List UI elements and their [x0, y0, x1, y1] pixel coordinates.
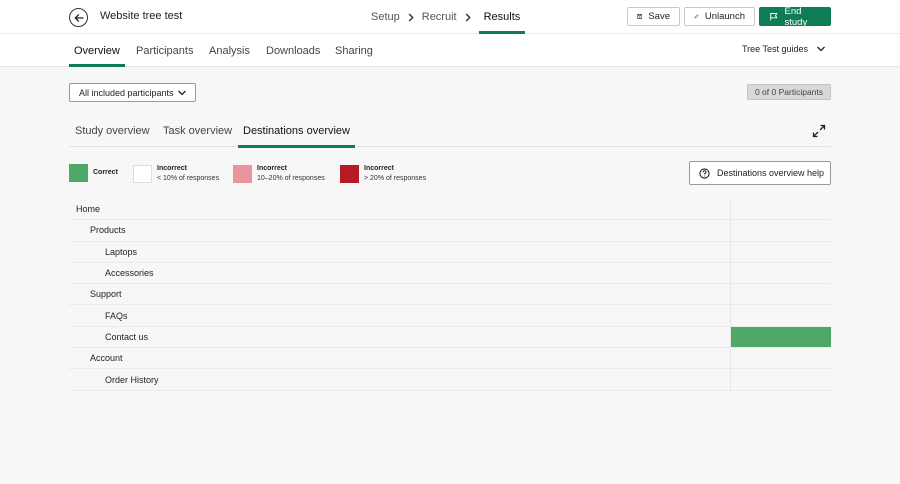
save-label: Save: [648, 11, 670, 22]
overview-tabs: Study overview Task overview Destination…: [69, 115, 831, 148]
tree-node-label: Contact us: [105, 331, 149, 342]
tree-row: Accessories: [69, 262, 831, 285]
participant-count-badge: 0 of 0 Participants: [747, 84, 831, 100]
tree-node-label: Home: [76, 204, 101, 215]
tab-destinations-overview[interactable]: Destinations overview: [238, 115, 355, 148]
result-cell: [730, 305, 831, 326]
tab-sharing[interactable]: Sharing: [335, 34, 373, 67]
tree-row: FAQs: [69, 305, 831, 327]
destination-tree: Home Products Laptops Accessories Support FAQ…: [69, 199, 831, 391]
tree-row: Order History: [69, 369, 831, 391]
unlaunch-label: Unlaunch: [704, 11, 745, 22]
back-button[interactable]: [69, 8, 88, 27]
tree-node-label: Support: [90, 289, 122, 300]
legend-incorrect-low: Incorrect < 10% of responses: [133, 164, 219, 184]
tree-node-label: Accessories: [105, 268, 154, 279]
save-icon: [637, 14, 643, 19]
legend-correct: Correct: [69, 164, 118, 182]
step-setup[interactable]: Setup: [371, 0, 400, 34]
tree-node-label: Laptops: [105, 246, 138, 257]
legend-swatch: [69, 164, 88, 182]
filter-value: All included participants: [79, 87, 174, 98]
expand-icon[interactable]: [812, 124, 826, 138]
tree-row: Laptops: [69, 241, 831, 263]
result-cell: [730, 284, 831, 305]
legend-incorrect-high: Incorrect > 20% of responses: [340, 164, 426, 184]
tree-row: Support: [69, 284, 831, 306]
legend-text: Incorrect < 10% of responses: [157, 165, 220, 182]
tree-node-label: Products: [90, 225, 126, 236]
legend-text: Incorrect > 20% of responses: [364, 165, 427, 182]
legend-swatch: [233, 165, 252, 183]
result-cell: [730, 348, 831, 369]
result-cell: [730, 262, 831, 284]
participant-filter-select[interactable]: All included participants: [69, 83, 196, 102]
result-cell: [730, 241, 831, 262]
legend-text: Incorrect 10–20% of responses: [257, 165, 325, 182]
result-cell: [730, 326, 831, 348]
legend-swatch: [133, 165, 152, 183]
study-title: Website tree test: [100, 10, 183, 22]
tab-overview[interactable]: Overview: [69, 34, 125, 67]
help-circle-icon: [699, 167, 710, 179]
tree-test-guides-dropdown[interactable]: Tree Test guides: [742, 44, 826, 54]
result-cell: [730, 199, 831, 220]
tree-node-label: Account: [90, 353, 123, 364]
pencil-icon: [694, 14, 699, 19]
guides-label: Tree Test guides: [742, 44, 809, 54]
study-steps: Setup Recruit Results: [371, 0, 525, 34]
chevron-down-icon: [817, 46, 826, 52]
tab-downloads[interactable]: Downloads: [266, 34, 320, 67]
chevron-right-icon: [457, 0, 479, 34]
save-button[interactable]: Save: [627, 7, 680, 26]
tree-row: Products: [69, 220, 831, 242]
arrow-left-icon: [74, 13, 84, 22]
tree-node-label: FAQs: [105, 310, 128, 321]
result-cell: [730, 220, 831, 241]
step-recruit[interactable]: Recruit: [422, 0, 457, 34]
tree-row: Home: [69, 199, 831, 221]
unlaunch-button[interactable]: Unlaunch: [684, 7, 755, 26]
flag-icon: [770, 13, 778, 21]
end-study-button[interactable]: End study: [759, 5, 831, 28]
destinations-help-button[interactable]: Destinations overview help: [689, 161, 831, 185]
legend-swatch: [340, 165, 359, 183]
chevron-right-icon: [400, 0, 422, 34]
tree-row: Contact us: [69, 326, 831, 349]
step-results[interactable]: Results: [478, 0, 526, 34]
end-study-label: End study: [784, 5, 808, 28]
result-cell: [730, 369, 831, 390]
help-label: Destinations overview help: [717, 168, 825, 178]
tab-participants[interactable]: Participants: [136, 34, 193, 67]
legend-text: Correct: [93, 169, 118, 176]
tab-study-overview[interactable]: Study overview: [75, 115, 150, 147]
tab-analysis[interactable]: Analysis: [209, 34, 250, 67]
chevron-down-icon: [178, 90, 186, 95]
legend-incorrect-mid: Incorrect 10–20% of responses: [233, 164, 325, 184]
tree-row: Account: [69, 348, 831, 370]
top-bar: Website tree test Setup Recruit Results …: [0, 0, 900, 34]
tab-task-overview[interactable]: Task overview: [163, 115, 232, 147]
tree-node-label: Order History: [105, 374, 159, 385]
